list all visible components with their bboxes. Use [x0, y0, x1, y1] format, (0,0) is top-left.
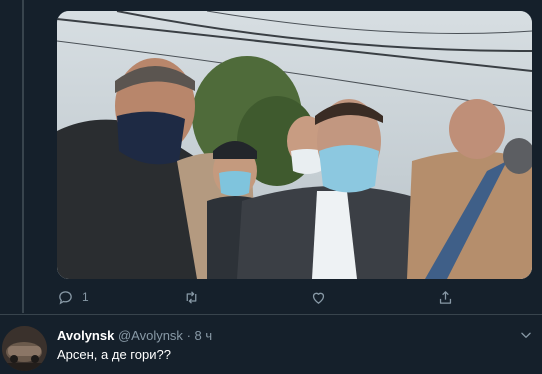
tweet-photo[interactable]	[57, 11, 532, 279]
thread-line	[22, 0, 24, 313]
meta-separator: ·	[186, 328, 191, 343]
avatar-image	[2, 326, 47, 371]
retweet-icon	[186, 290, 197, 304]
reply-text: Арсен, а де гори??	[57, 347, 171, 362]
reply-icon	[59, 290, 72, 304]
avatar[interactable]	[2, 326, 47, 371]
author-name[interactable]: Avolynsk	[57, 328, 114, 343]
photo-image	[57, 11, 532, 279]
tweet-actions: 1	[57, 286, 477, 308]
chevron-down-icon	[521, 332, 531, 338]
share-icon	[439, 290, 452, 304]
reply-tweet[interactable]: Avolynsk @Avolynsk · 8 ч Арсен, а де гор…	[0, 315, 542, 374]
tweet-time[interactable]: 8 ч	[195, 328, 213, 343]
heart-icon	[312, 292, 325, 304]
like-button[interactable]	[310, 286, 327, 308]
reply-header: Avolynsk @Avolynsk · 8 ч	[57, 328, 212, 343]
more-options-button[interactable]	[519, 328, 533, 342]
reply-button[interactable]: 1	[57, 286, 89, 308]
reply-count: 1	[82, 290, 89, 304]
author-handle[interactable]: @Avolynsk	[118, 328, 183, 343]
share-button[interactable]	[437, 286, 454, 308]
retweet-button[interactable]	[183, 286, 200, 308]
